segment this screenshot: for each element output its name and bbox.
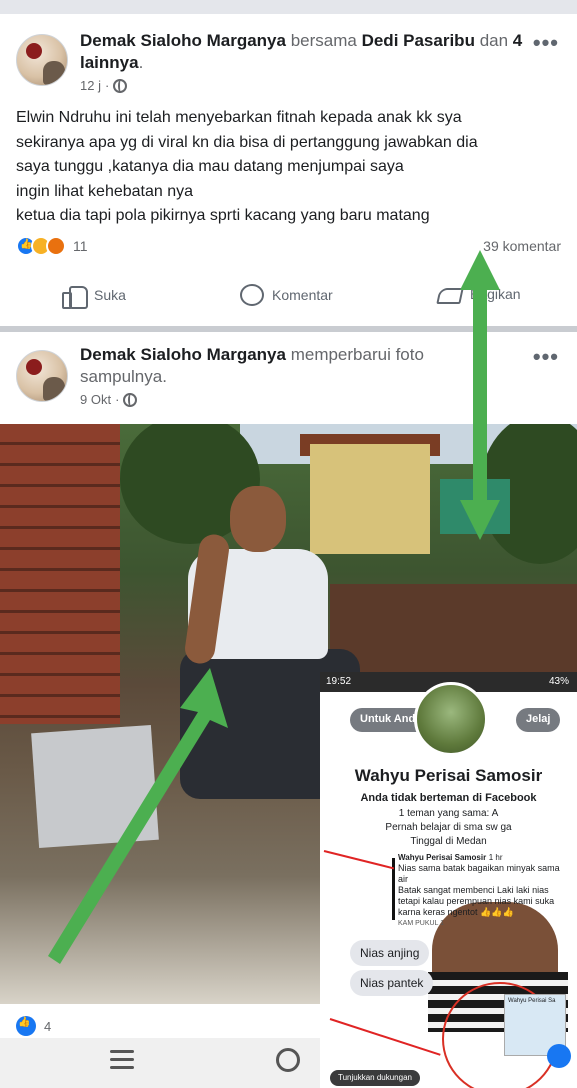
author-avatar[interactable] [16,34,68,86]
post-meta: 9 Okt · [80,392,138,407]
red-annotation-line [323,850,395,870]
green-diagonal-arrow [48,668,228,964]
inset-pill-explore: Jelaj [516,708,561,732]
inset-status-time: 19:52 [326,676,352,687]
comment-label: Komentar [272,287,333,303]
avatar-figure [43,377,65,401]
inset-comment-author: Wahyu Perisai Samosir [398,853,487,862]
inset-studied-tail: ga [500,822,512,833]
author-avatar[interactable] [16,350,68,402]
post-text-line: Elwin Ndruhu ini telah menyebarkan fitna… [16,109,462,126]
system-nav-bar [0,1038,320,1088]
meta-dot: · [115,392,120,407]
inset-support-button: Tunjukkan dukungan [330,1070,420,1086]
inset-comment-text-1: Nias sama batak bagaikan minyak sama air [398,863,560,884]
comment-bubble-icon [240,284,264,306]
inset-comment-time: 1 hr [488,853,503,862]
avatar-figure [43,61,65,85]
inset-studied: Pernah belajar di sma sw ga [320,822,577,833]
angry-reaction-icon [46,236,66,256]
red-annotation-line [329,1018,441,1056]
thumbs-up-icon [62,284,88,309]
meta-dot: · [104,78,110,93]
inset-comment: Wahyu Perisai Samosir 1 hr Nias sama bat… [398,852,568,929]
post-header-text: Demak Sialoho Marganya memperbarui foto … [80,344,460,388]
post-text: Elwin Ndruhu ini telah menyebarkan fitna… [16,106,566,229]
home-circle-icon[interactable] [276,1048,300,1072]
embedded-screenshot[interactable]: 19:52 43% Untuk Anda Jelaj Wahyu Perisai… [320,672,577,1088]
inset-not-friend: Anda tidak berteman di Facebook [360,792,537,804]
post2-reactions[interactable]: 4 [16,1016,51,1036]
comment-button[interactable]: Komentar [240,284,333,306]
inset-lives: Tinggal di Medan [410,836,487,847]
inset-profile-name: Wahyu Perisai Samosir [354,766,543,785]
like-label: Suka [94,287,126,303]
globe-icon [123,392,138,407]
post-text-line: sekiranya apa yg di viral kn dia bisa di… [16,133,478,151]
avatar-badge [26,43,42,59]
floating-like-icon [547,1044,571,1068]
post-text-line: saya tunggu ,katanya dia mau datang menj… [16,158,404,175]
photo-house [310,444,430,554]
photo-person-head [230,486,286,552]
inset-studied-text: Pernah belajar di sma sw [385,822,498,833]
more-options-icon[interactable]: ••• [533,30,559,56]
reaction-count: 11 [73,238,88,254]
post-text-line: ingin lihat kehebatan nya [16,182,194,200]
post-time[interactable]: 12 j [80,78,101,93]
with-word: bersama [290,31,357,50]
period: . [138,53,144,72]
inset-battery: 43% [548,676,569,687]
inset-chat-bubble: Nias anjing [350,940,430,966]
globe-icon [113,78,128,93]
more-options-icon[interactable]: ••• [533,344,559,370]
inset-profile-photo [414,682,488,756]
post-header-text: Demak Sialoho Marganya bersama Dedi Pasa… [80,30,530,74]
like-reaction-icon [16,1016,36,1036]
like-button[interactable]: Suka [62,284,126,309]
post2-reaction-count: 4 [44,1018,52,1034]
tagged-user[interactable]: Dedi Pasaribu [362,31,475,50]
share-arrow-icon [436,284,462,304]
photo-debris [330,584,577,674]
avatar-badge [26,359,42,375]
recent-apps-icon[interactable] [110,1050,134,1070]
inset-caption-bit: KAM PUKUL 1 [398,920,445,927]
post-time[interactable]: 9 Okt [80,392,111,407]
post-meta: 12 j · [80,78,128,93]
inset-mutual: 1 teman yang sama: A [398,808,499,819]
reactions-summary[interactable]: 11 [16,236,88,256]
post-text-line: ketua dia tapi pola pikirnya sprti kacan… [16,207,430,224]
top-edge [0,0,577,14]
and-word: dan [479,31,509,50]
inset-comment-text-2: Batak sangat membenci Laki laki nias tet… [398,885,555,917]
author-name[interactable]: Demak Sialoho Marganya [80,345,286,364]
green-double-arrow [460,250,500,540]
author-name[interactable]: Demak Sialoho Marganya [80,31,286,50]
inset-chat-bubble: Nias pantek [350,970,434,996]
